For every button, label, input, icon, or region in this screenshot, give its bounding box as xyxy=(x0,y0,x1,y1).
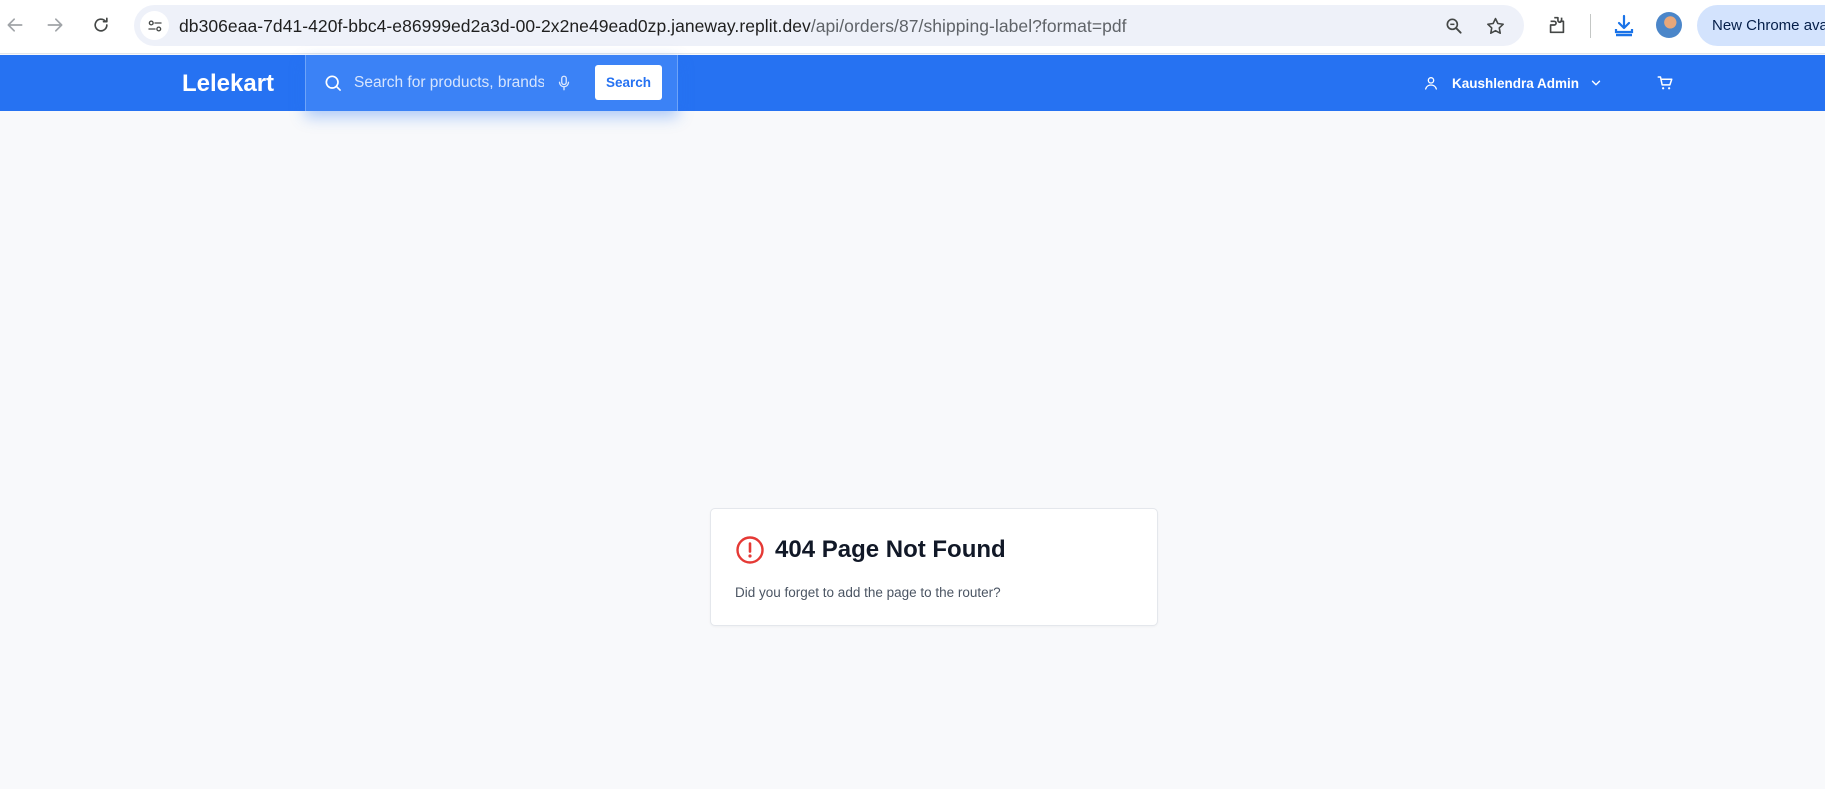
reload-icon[interactable] xyxy=(86,10,116,40)
cart-icon[interactable] xyxy=(1656,74,1676,94)
extensions-icon[interactable] xyxy=(1544,12,1570,38)
user-name: Kaushlendra Admin xyxy=(1452,75,1580,91)
url-path: /api/orders/87/shipping-label?format=pdf xyxy=(810,16,1127,36)
error-title: 404 Page Not Found xyxy=(775,536,1006,563)
bookmark-star-icon[interactable] xyxy=(1484,15,1506,37)
search-input[interactable] xyxy=(354,72,544,94)
url-host: db306eaa-7d41-420f-bbc4-e86999ed2a3d-00-… xyxy=(179,16,811,36)
chevron-down-icon xyxy=(1589,76,1603,90)
alert-circle-icon xyxy=(735,535,765,565)
url-text[interactable]: db306eaa-7d41-420f-bbc4-e86999ed2a3d-00-… xyxy=(179,16,1127,37)
chrome-update-button[interactable]: New Chrome ava xyxy=(1697,5,1825,46)
download-icon[interactable] xyxy=(1611,12,1637,38)
search-icon xyxy=(323,73,343,93)
search-bar: Search xyxy=(305,55,678,111)
back-icon[interactable] xyxy=(0,10,30,40)
error-card: 404 Page Not Found Did you forget to add… xyxy=(710,508,1158,626)
app-header: Lelekart Search Kaushlendra Admin xyxy=(0,55,1825,111)
toolbar-divider xyxy=(1590,14,1591,38)
profile-avatar[interactable] xyxy=(1656,12,1682,38)
user-menu[interactable]: Kaushlendra Admin xyxy=(1423,72,1603,94)
address-bar[interactable]: db306eaa-7d41-420f-bbc4-e86999ed2a3d-00-… xyxy=(134,5,1524,46)
forward-icon[interactable] xyxy=(40,10,70,40)
search-button[interactable]: Search xyxy=(595,65,662,100)
browser-toolbar: db306eaa-7d41-420f-bbc4-e86999ed2a3d-00-… xyxy=(0,0,1825,54)
brand-logo[interactable]: Lelekart xyxy=(182,70,274,98)
microphone-icon[interactable] xyxy=(555,74,573,92)
error-message: Did you forget to add the page to the ro… xyxy=(735,585,1001,600)
site-info-icon[interactable] xyxy=(140,11,169,40)
zoom-icon[interactable] xyxy=(1443,15,1465,37)
user-icon xyxy=(1423,75,1439,91)
